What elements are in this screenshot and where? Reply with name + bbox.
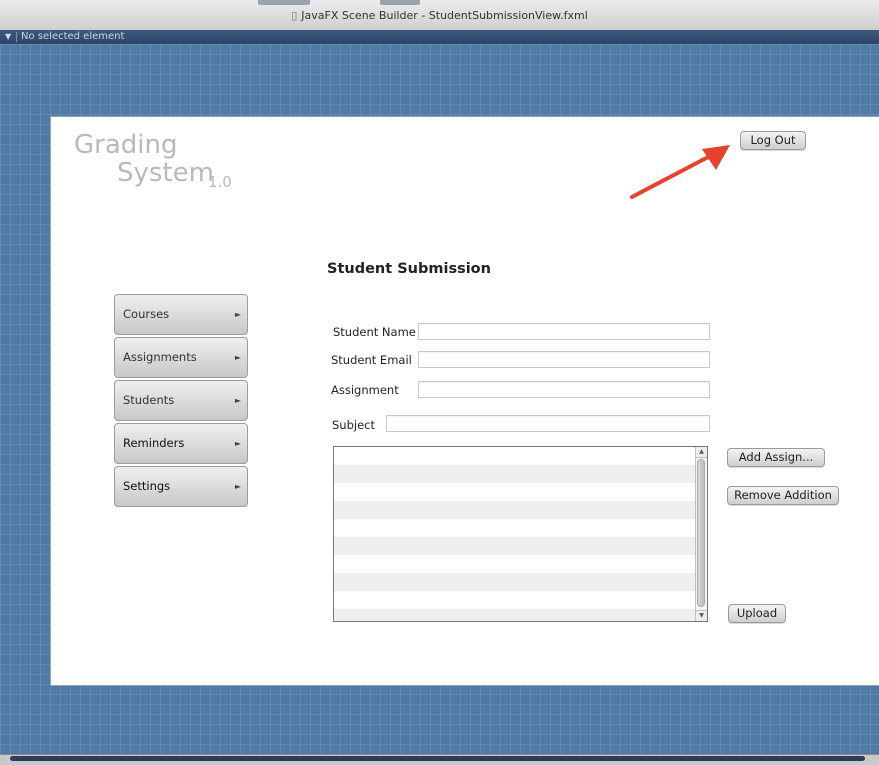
window-title: JavaFX Scene Builder - StudentSubmission…	[301, 9, 588, 22]
annotation-arrow-icon	[630, 145, 730, 199]
side-navigation: Courses ► Assignments ► Students ► Remin…	[114, 294, 248, 509]
nav-item-label: Settings	[123, 479, 171, 493]
triangle-right-icon: ►	[234, 482, 241, 491]
window-titlebar: ▯ JavaFX Scene Builder - StudentSubmissio…	[0, 0, 879, 31]
list-row[interactable]	[334, 465, 707, 483]
assignment-label: Assignment	[331, 383, 399, 397]
triangle-right-icon: ►	[234, 396, 241, 405]
statusbar-divider	[16, 32, 17, 42]
horizontal-scrollbar[interactable]	[0, 754, 879, 765]
triangle-down-icon[interactable]: ▼	[5, 30, 11, 44]
student-name-field[interactable]	[418, 323, 710, 340]
nav-item-courses[interactable]: Courses ►	[114, 294, 248, 335]
student-email-field[interactable]	[418, 351, 710, 368]
student-email-label: Student Email	[331, 353, 412, 367]
nav-item-assignments[interactable]: Assignments ►	[114, 337, 248, 378]
logout-button[interactable]: Log Out	[740, 131, 806, 150]
toolbar-tab-edge	[258, 0, 310, 5]
subject-label: Subject	[332, 418, 375, 432]
list-row[interactable]	[334, 609, 707, 621]
list-row[interactable]	[334, 483, 707, 501]
list-row[interactable]	[334, 519, 707, 537]
nav-item-label: Reminders	[123, 436, 185, 450]
doc-icon: ▯	[291, 9, 298, 22]
assignment-field[interactable]	[418, 381, 710, 398]
nav-item-reminders[interactable]: Reminders ►	[114, 423, 248, 464]
nav-item-label: Courses	[123, 307, 170, 321]
add-assignment-button[interactable]: Add Assign...	[727, 448, 825, 467]
nav-item-settings[interactable]: Settings ►	[114, 466, 248, 507]
scrollbar-thumb[interactable]	[10, 756, 865, 761]
logo-system: System	[117, 158, 214, 188]
list-scrollbar[interactable]: ▲ ▼	[695, 447, 707, 621]
list-row[interactable]	[334, 501, 707, 519]
nav-item-label: Students	[123, 393, 175, 407]
triangle-right-icon: ►	[234, 353, 241, 362]
list-row[interactable]	[334, 447, 707, 465]
list-row[interactable]	[334, 591, 707, 609]
logo-version: 1.0	[208, 173, 232, 191]
scroll-down-icon[interactable]: ▼	[696, 610, 707, 621]
list-row[interactable]	[334, 555, 707, 573]
scene-root-pane[interactable]: Grading System 1.0 Log Out Student Submi…	[50, 116, 879, 686]
triangle-right-icon: ►	[234, 439, 241, 448]
scrollbar-thumb[interactable]	[697, 459, 705, 607]
list-row[interactable]	[334, 573, 707, 591]
selection-status-text: No selected element	[21, 31, 125, 42]
window-title-wrap: ▯ JavaFX Scene Builder - StudentSubmissio…	[0, 9, 879, 22]
nav-item-students[interactable]: Students ►	[114, 380, 248, 421]
student-name-label: Student Name	[333, 325, 416, 339]
attachments-list[interactable]: ▲ ▼	[333, 446, 708, 622]
triangle-right-icon: ►	[234, 310, 241, 319]
upload-button[interactable]: Upload	[728, 604, 786, 623]
page-title: Student Submission	[327, 261, 491, 277]
list-row[interactable]	[334, 537, 707, 555]
scroll-up-icon[interactable]: ▲	[696, 447, 707, 458]
remove-addition-button[interactable]: Remove Addition	[727, 486, 839, 505]
subject-field[interactable]	[386, 415, 710, 432]
toolbar-tab-edge	[380, 0, 420, 5]
nav-item-label: Assignments	[123, 350, 197, 364]
logo-grading: Grading	[74, 130, 178, 160]
selection-statusbar: ▼ No selected element	[0, 30, 879, 44]
